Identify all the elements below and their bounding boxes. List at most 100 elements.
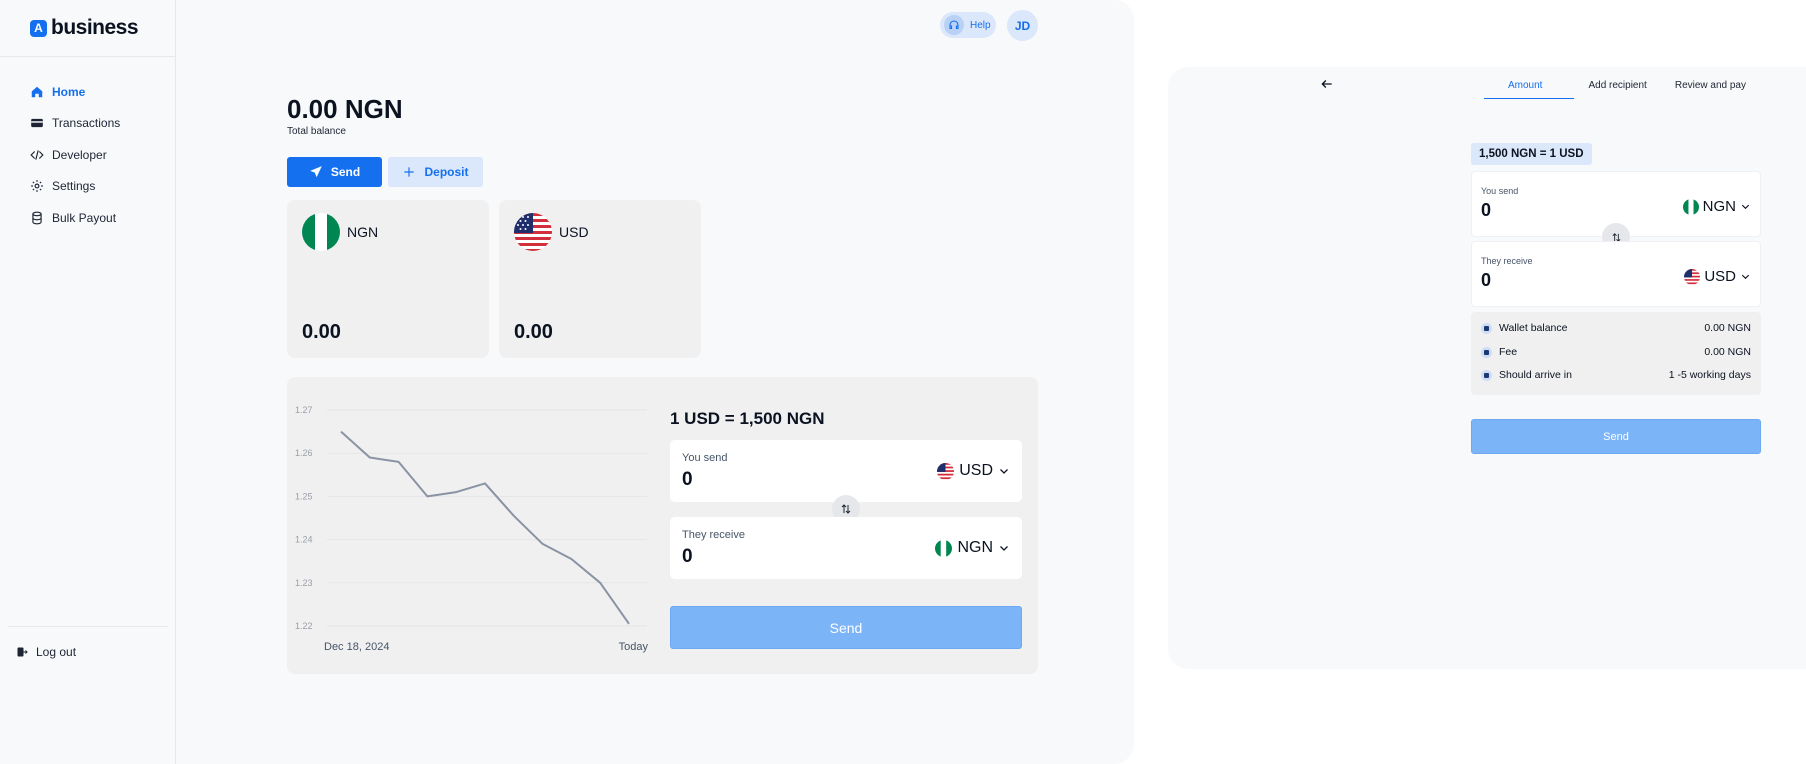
- database-icon: [32, 211, 42, 225]
- send-currency-code: USD: [959, 462, 993, 479]
- help-label: Help: [970, 19, 991, 31]
- paper-plane-icon: [309, 166, 322, 178]
- they-receive-label: They receive: [1481, 256, 1533, 266]
- they-receive-input[interactable]: 0: [1481, 270, 1491, 291]
- exchange-rate: 1 USD = 1,500 NGN: [670, 409, 825, 428]
- sidebar-divider: [8, 626, 168, 627]
- you-send-input[interactable]: 0: [1481, 200, 1491, 221]
- sidebar-nav: Home Transactions Developer Settings Bul…: [30, 76, 120, 234]
- wallet-card-ngn[interactable]: NGN 0.00: [287, 200, 489, 358]
- brand-name: business: [51, 16, 139, 39]
- sidebar-item-bulk-payout[interactable]: Bulk Payout: [30, 202, 120, 234]
- sidebar-item-label: Transactions: [52, 116, 121, 131]
- flow-they-receive-field[interactable]: They receive 0 USD: [1471, 241, 1761, 307]
- transfer-summary: Wallet balance 0.00 NGN Fee 0.00 NGN Sho…: [1471, 312, 1761, 395]
- rate-series-line: [340, 430, 630, 625]
- y-tick-label: 1.27: [295, 405, 313, 415]
- flow-send-button[interactable]: Send: [1471, 419, 1761, 454]
- sidebar-item-label: Settings: [52, 179, 96, 194]
- total-balance-label: Total balance: [287, 126, 346, 137]
- ng-flag-icon: [302, 213, 340, 251]
- send-currency-select[interactable]: USD: [937, 462, 1010, 480]
- they-receive-field[interactable]: They receive 0 NGN: [670, 517, 1022, 579]
- tab-amount[interactable]: Amount: [1484, 80, 1575, 99]
- brand-mark-icon: A: [30, 19, 47, 37]
- tab-add-recipient[interactable]: Add recipient: [1574, 80, 1660, 99]
- chevron-down-icon: [1741, 204, 1750, 210]
- arrow-left-icon: [1321, 80, 1332, 88]
- us-flag-icon: [514, 213, 552, 251]
- gear-icon: [31, 180, 43, 193]
- wallet-amount: 0.00: [514, 321, 553, 343]
- summary-row-wallet-balance: Wallet balance 0.00 NGN: [1481, 322, 1751, 334]
- wallet-currency: USD: [559, 224, 589, 240]
- logout-icon: [17, 647, 28, 657]
- ng-flag-icon: [935, 539, 953, 557]
- send-currency-select[interactable]: NGN: [1682, 198, 1751, 215]
- sidebar-item-developer[interactable]: Developer: [30, 139, 120, 171]
- wallet-currency: NGN: [347, 224, 379, 240]
- total-balance-value: 0.00 NGN: [287, 94, 403, 124]
- home-icon: [31, 86, 43, 97]
- us-flag-icon: [1684, 268, 1701, 285]
- receive-currency-code: NGN: [957, 539, 993, 556]
- sidebar-item-settings[interactable]: Settings: [30, 171, 120, 203]
- rate-chart: 1.27 1.26 1.25 1.24 1.23 1.22 Dec 18, 2024 Toda…: [295, 405, 648, 653]
- brand-logo[interactable]: A business: [30, 16, 139, 40]
- sidebar-item-home[interactable]: Home: [30, 76, 120, 108]
- us-flag-icon: [937, 462, 955, 480]
- avatar[interactable]: JD: [1007, 10, 1038, 41]
- help-button[interactable]: Help: [940, 12, 996, 38]
- sidebar-divider: [0, 56, 176, 57]
- summary-row-fee: Fee 0.00 NGN: [1481, 346, 1751, 358]
- back-button[interactable]: [1320, 77, 1334, 96]
- deposit-button[interactable]: Deposit: [388, 157, 483, 187]
- headset-icon: [944, 15, 964, 35]
- step-tabs: Amount Add recipient Review and pay: [1484, 80, 1760, 99]
- y-tick-label: 1.25: [295, 491, 313, 501]
- send-flow-panel: Amount Add recipient Review and pay 1,50…: [1168, 67, 1806, 669]
- summary-label: Should arrive in: [1499, 369, 1572, 381]
- wallet-card-usd[interactable]: USD 0.00: [499, 200, 701, 358]
- wallet-amount: 0.00: [302, 321, 341, 343]
- send-button[interactable]: Send: [287, 157, 382, 187]
- you-send-label: You send: [682, 452, 728, 464]
- y-tick-label: 1.26: [295, 448, 313, 458]
- you-send-field[interactable]: You send 0 USD: [670, 440, 1022, 502]
- card-icon: [31, 119, 43, 128]
- sidebar-item-label: Developer: [52, 147, 107, 162]
- deposit-button-label: Deposit: [424, 165, 469, 179]
- send-currency-code: NGN: [1702, 198, 1736, 215]
- y-tick-label: 1.24: [295, 535, 313, 545]
- sidebar: A business Home Transactions Developer S…: [0, 0, 176, 764]
- ng-flag-icon: [1682, 198, 1699, 215]
- sidebar-item-label: Home: [52, 84, 86, 99]
- logout-label: Log out: [36, 645, 77, 659]
- code-icon: [30, 149, 44, 160]
- sidebar-item-transactions[interactable]: Transactions: [30, 108, 120, 140]
- summary-value: 1 -5 working days: [1668, 369, 1751, 381]
- summary-label: Wallet balance: [1499, 322, 1568, 334]
- y-tick-label: 1.23: [295, 578, 313, 588]
- receive-currency-select[interactable]: USD: [1684, 268, 1751, 285]
- receive-currency-code: USD: [1704, 268, 1736, 285]
- converter-card: 1.27 1.26 1.25 1.24 1.23 1.22 Dec 18, 2024 Toda…: [287, 377, 1038, 674]
- chevron-down-icon: [1741, 274, 1750, 280]
- tab-review-and-pay[interactable]: Review and pay: [1661, 80, 1760, 99]
- summary-label: Fee: [1499, 346, 1518, 358]
- receive-currency-select[interactable]: NGN: [935, 539, 1010, 557]
- converter-send-button[interactable]: Send: [670, 606, 1022, 649]
- exchange-rate-badge: 1,500 NGN = 1 USD: [1471, 143, 1592, 165]
- main-panel: Help JD 0.00 NGN Total balance Send Depo…: [176, 0, 1134, 764]
- they-receive-label: They receive: [682, 529, 745, 541]
- logout-button[interactable]: Log out: [16, 645, 76, 659]
- swap-icon: [841, 504, 851, 514]
- clock-icon: [1481, 369, 1492, 381]
- y-tick-label: 1.22: [295, 621, 313, 631]
- send-button-label: Send: [330, 165, 361, 179]
- x-tick-label-start: Dec 18, 2024: [324, 641, 389, 653]
- they-receive-input[interactable]: 0: [682, 546, 693, 568]
- plus-icon: [404, 167, 415, 177]
- you-send-input[interactable]: 0: [682, 469, 693, 491]
- sidebar-item-label: Bulk Payout: [52, 210, 117, 225]
